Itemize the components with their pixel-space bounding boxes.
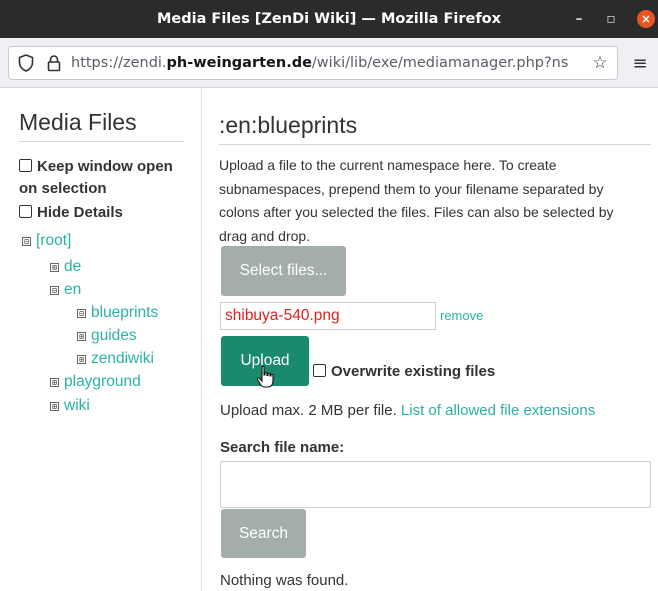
tree-item-de[interactable]: ⊞ de [50, 258, 81, 276]
sidebar-title: Media Files [19, 109, 137, 135]
select-files-button[interactable]: Select files... [221, 246, 346, 296]
shield-icon[interactable] [15, 54, 37, 72]
tree-item-en[interactable]: ⊟ en [50, 281, 81, 299]
window-title: Media Files [ZenDi Wiki] — Mozilla Firef… [156, 11, 501, 27]
overwrite-checkbox[interactable] [313, 364, 326, 377]
overwrite-option[interactable]: Overwrite existing files [313, 363, 495, 380]
keep-open-checkbox[interactable] [19, 159, 32, 172]
tree-item-playground[interactable]: ⊞ playground [50, 373, 141, 391]
url-bar[interactable]: https://zendi.ph-weingarten.de/wiki/lib/… [8, 46, 618, 80]
hide-details-option[interactable]: Hide Details [19, 202, 123, 224]
media-sidebar: Media Files Keep window open on selectio… [0, 88, 202, 591]
namespace-title: :en:blueprints [219, 112, 358, 138]
divider [19, 141, 184, 142]
collapse-icon[interactable]: ⊟ [22, 236, 31, 246]
expand-icon[interactable]: ⊞ [77, 354, 86, 364]
search-input[interactable] [220, 461, 651, 508]
media-main-panel: :en:blueprints Upload a file to the curr… [202, 88, 658, 591]
search-button[interactable]: Search [221, 509, 306, 558]
selected-file-field[interactable]: shibuya-540.png [220, 302, 436, 330]
tree-item-zendiwiki[interactable]: ⊞ zendiwiki [77, 350, 154, 368]
expand-icon[interactable]: ⊞ [50, 401, 59, 411]
tree-item-wiki[interactable]: ⊞ wiki [50, 397, 90, 415]
tree-item-guides[interactable]: ⊞ guides [77, 327, 137, 345]
search-result-text: Nothing was found. [220, 572, 349, 589]
expand-icon[interactable]: ⊞ [50, 377, 59, 387]
minimize-icon[interactable]: – [571, 11, 587, 27]
expand-icon[interactable]: ⊞ [77, 331, 86, 341]
divider [219, 144, 651, 145]
hide-details-checkbox[interactable] [19, 205, 32, 218]
collapse-icon[interactable]: ⊟ [50, 285, 59, 295]
browser-navbar: https://zendi.ph-weingarten.de/wiki/lib/… [0, 38, 658, 88]
remove-file-link[interactable]: remove [440, 308, 483, 323]
allowed-extensions-link[interactable]: List of allowed file extensions [401, 402, 595, 419]
expand-icon[interactable]: ⊞ [50, 262, 59, 272]
hand-cursor-icon [256, 365, 274, 388]
window-titlebar: Media Files [ZenDi Wiki] — Mozilla Firef… [0, 0, 658, 38]
upload-limit-text: Upload max. 2 MB per file. List of allow… [220, 402, 596, 419]
close-icon[interactable]: × [637, 10, 655, 28]
lock-icon[interactable] [43, 54, 65, 72]
tree-item-root[interactable]: ⊟ [root] [22, 232, 71, 250]
keep-open-option[interactable]: Keep window open on selection [19, 156, 173, 200]
upload-description: Upload a file to the current namespace h… [219, 157, 614, 244]
bookmark-star-icon[interactable]: ☆ [587, 53, 613, 73]
collapse-icon[interactable]: ⊟ [77, 308, 86, 318]
hamburger-menu-icon[interactable]: ≡ [630, 50, 650, 76]
maximize-icon[interactable]: ▫ [603, 11, 619, 27]
search-label: Search file name: [220, 439, 345, 456]
tree-item-blueprints[interactable]: ⊟ blueprints [77, 304, 158, 322]
url-text: https://zendi.ph-weingarten.de/wiki/lib/… [71, 55, 569, 71]
